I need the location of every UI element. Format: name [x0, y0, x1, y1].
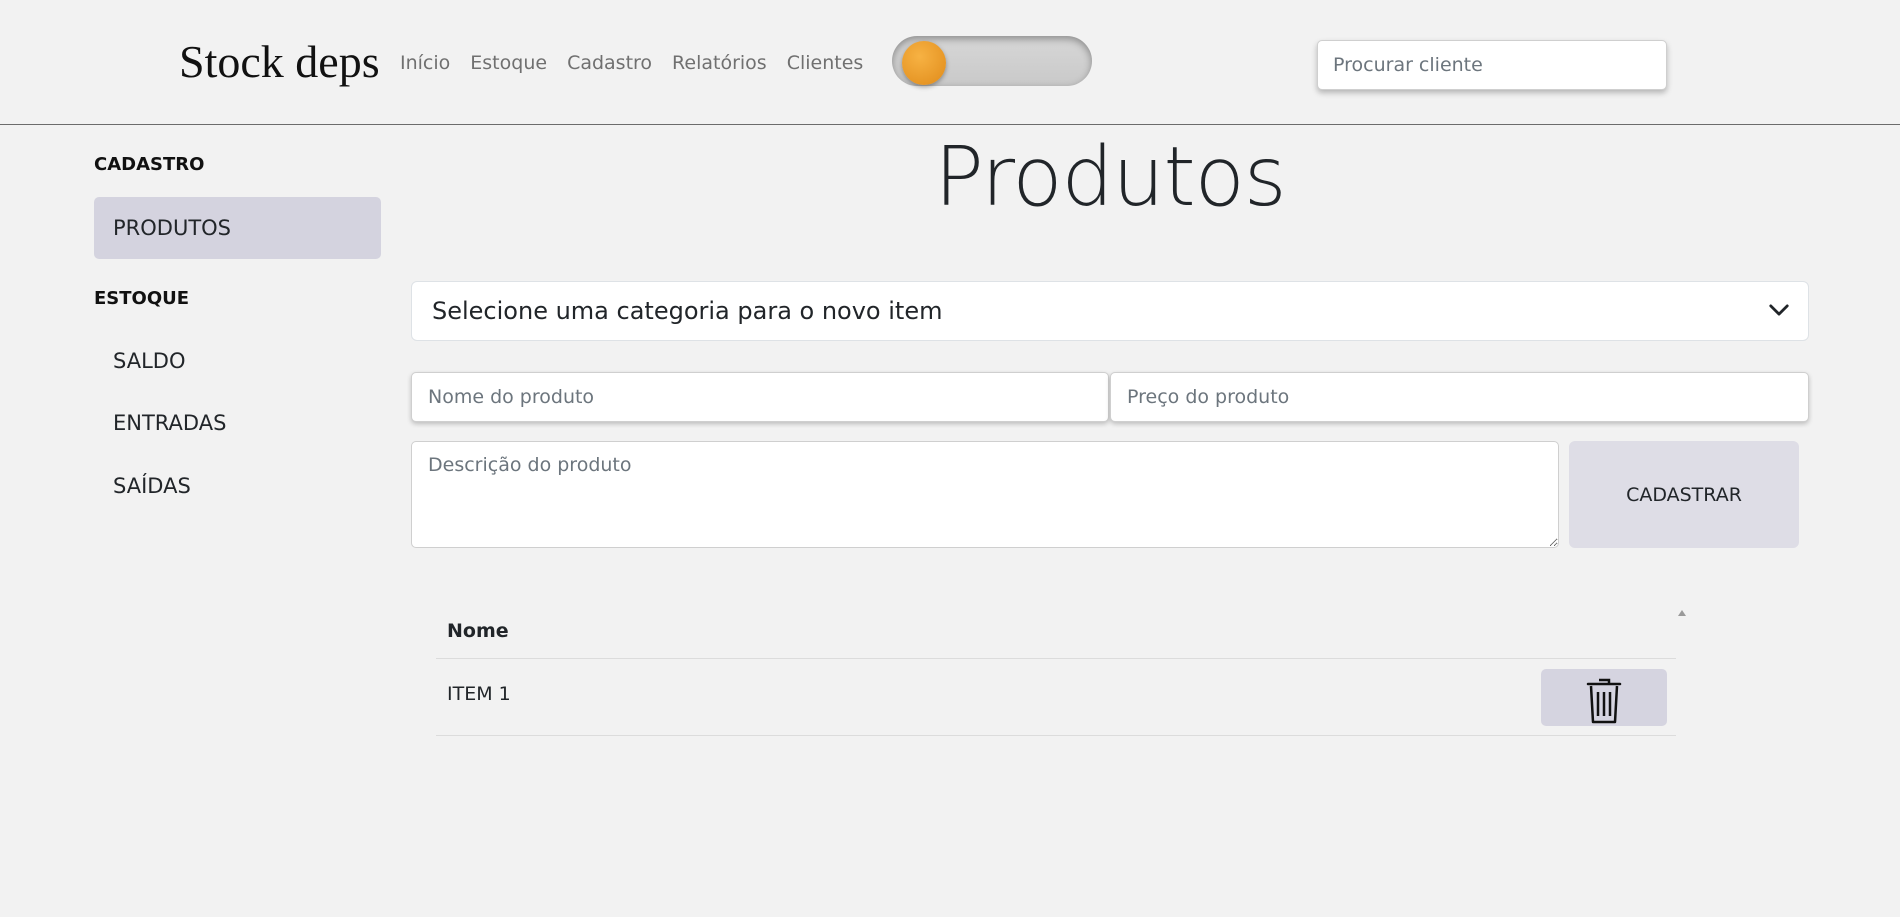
delete-button[interactable]	[1541, 669, 1667, 726]
nav-link-inicio[interactable]: Início	[400, 48, 460, 78]
table-header-row: Nome	[436, 604, 1686, 659]
main-nav: Início Estoque Cadastro Relatórios Clien…	[400, 48, 873, 78]
category-select[interactable]: Selecione uma categoria para o novo item	[411, 281, 1809, 341]
row-name-cell: ITEM 1	[447, 683, 511, 705]
page-title: Produtos	[934, 130, 1286, 225]
category-select-value: Selecione uma categoria para o novo item	[432, 297, 943, 325]
sidebar-item-produtos[interactable]: PRODUTOS	[94, 197, 381, 259]
products-table: Nome ITEM 1	[436, 604, 1686, 736]
nav-link-estoque[interactable]: Estoque	[460, 48, 557, 78]
chevron-down-icon	[1769, 304, 1789, 316]
client-search-input[interactable]	[1317, 40, 1667, 90]
nav-link-relatorios[interactable]: Relatórios	[662, 48, 777, 78]
product-price-input[interactable]	[1110, 372, 1809, 422]
cadastrar-button[interactable]: CADASTRAR	[1569, 441, 1799, 548]
nav-link-cadastro[interactable]: Cadastro	[557, 48, 662, 78]
product-name-input[interactable]	[411, 372, 1109, 422]
sidebar-item-entradas[interactable]: ENTRADAS	[94, 392, 381, 454]
sort-up-icon[interactable]	[1678, 610, 1686, 616]
brand-logo[interactable]: Stock deps	[179, 34, 380, 90]
top-navbar: Stock deps Início Estoque Cadastro Relat…	[0, 0, 1900, 125]
sidebar-item-saldo[interactable]: SALDO	[94, 330, 381, 392]
sidebar-heading-cadastro: CADASTRO	[94, 154, 205, 175]
product-description-textarea[interactable]	[411, 441, 1559, 548]
sidebar-item-saidas[interactable]: SAÍDAS	[94, 455, 381, 517]
nav-link-clientes[interactable]: Clientes	[777, 48, 874, 78]
sidebar-heading-estoque: ESTOQUE	[94, 288, 190, 309]
theme-toggle[interactable]	[892, 36, 1092, 86]
trash-icon	[1586, 678, 1622, 723]
table-row: ITEM 1	[436, 659, 1676, 736]
toggle-knob	[902, 41, 946, 85]
column-header-nome[interactable]: Nome	[447, 620, 509, 642]
